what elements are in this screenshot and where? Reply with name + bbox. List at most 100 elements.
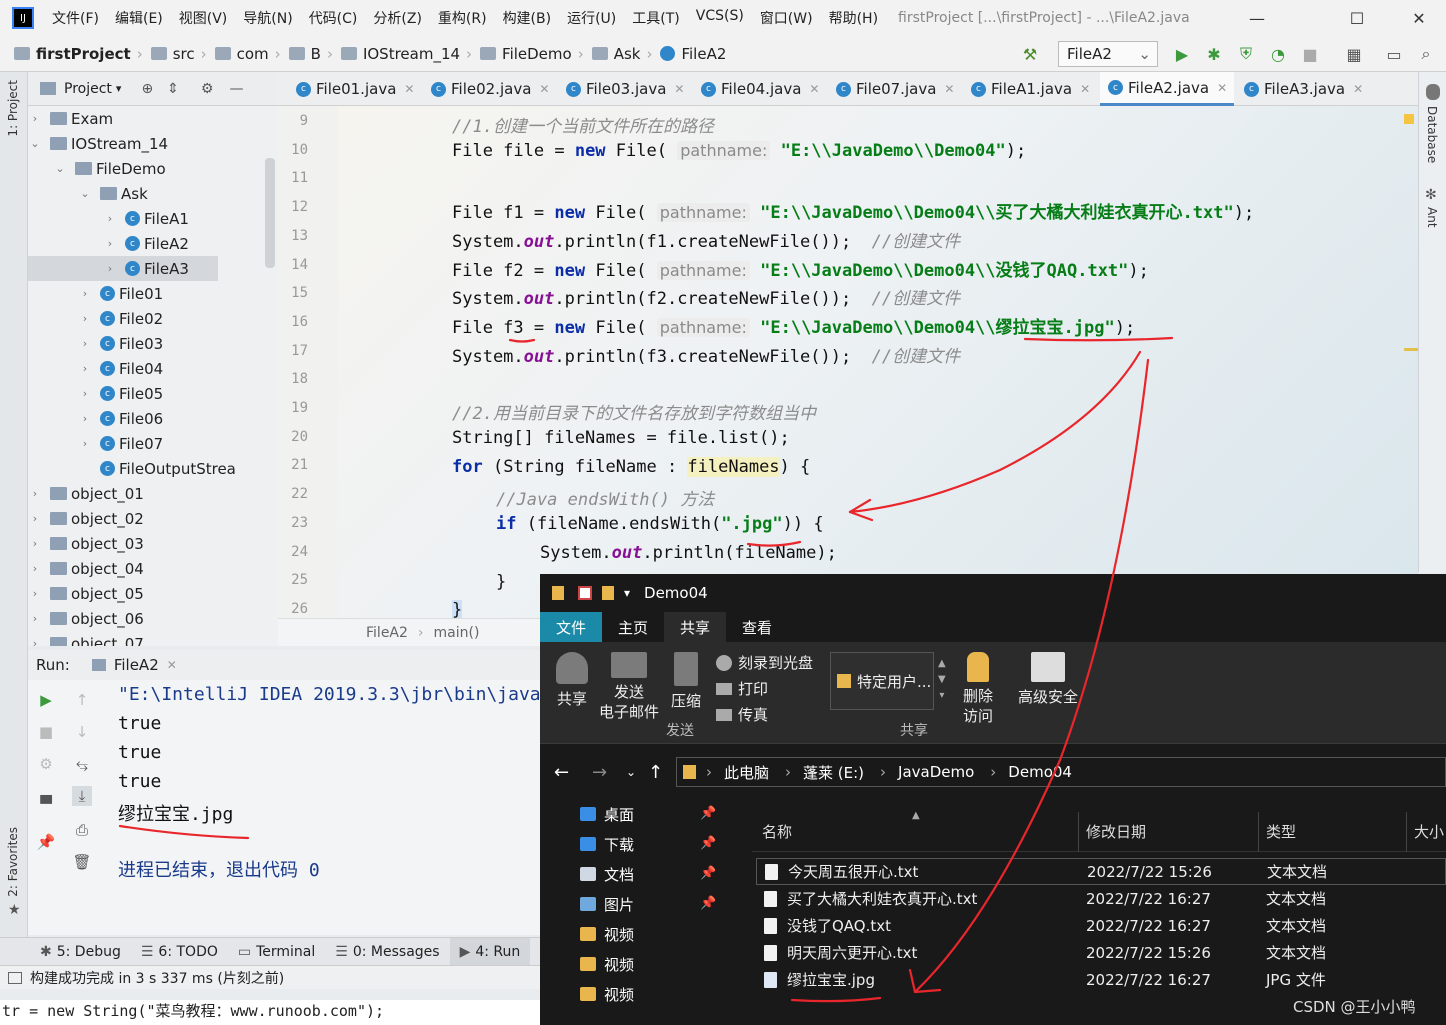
chevron-right-icon[interactable]: ›	[28, 512, 42, 525]
hide-panel-icon[interactable]: —	[229, 81, 243, 97]
debug-icon[interactable]: ✱	[1204, 44, 1224, 64]
breadcrumb-item[interactable]: firstProject ›	[10, 45, 147, 63]
run-tab[interactable]: FileA2	[114, 656, 159, 674]
editor-tab[interactable]: c File04.java ✕	[693, 72, 827, 106]
back-icon[interactable]: ←	[554, 762, 569, 783]
warning-marker[interactable]	[1404, 348, 1418, 351]
maximize-button[interactable]: ☐	[1330, 0, 1384, 36]
path-segment[interactable]: 此电脑	[724, 762, 769, 783]
chevron-right-icon[interactable]: ›	[28, 612, 42, 625]
menu-item[interactable]: 导航(N)	[235, 8, 300, 28]
print-button[interactable]: 打印	[716, 678, 768, 699]
tool-terminal-button[interactable]: ▭ Terminal	[228, 938, 325, 966]
tool-todo-button[interactable]: ☰ 6: TODO	[131, 938, 228, 966]
menu-item[interactable]: 帮助(H)	[821, 8, 886, 28]
tree-item[interactable]: › object_05	[28, 581, 144, 606]
tree-item[interactable]: › object_01	[28, 481, 144, 506]
chevron-right-icon[interactable]: ›	[78, 287, 92, 300]
editor-tab[interactable]: c File01.java ✕	[288, 72, 422, 106]
profile-icon[interactable]: ◔	[1268, 44, 1288, 64]
chevron-down-icon[interactable]: ⌄	[28, 137, 42, 150]
tab-close-icon[interactable]: ✕	[674, 82, 684, 96]
soft-wrap-icon[interactable]: ⥃	[72, 754, 92, 774]
chevron-right-icon[interactable]: ›	[28, 637, 42, 646]
status-window-icon[interactable]	[8, 971, 22, 984]
file-row[interactable]: 没钱了QAQ.txt 2022/7/22 16:27 文本文档	[756, 912, 1446, 939]
quick-access-dropdown-icon[interactable]: ▾	[624, 586, 630, 600]
chevron-right-icon[interactable]: ›	[78, 337, 92, 350]
chevron-right-icon[interactable]: ›	[28, 562, 42, 575]
tree-item[interactable]: › object_04	[28, 556, 144, 581]
menu-item[interactable]: 代码(C)	[301, 8, 366, 28]
tree-item[interactable]: › c File01	[78, 281, 163, 306]
chevron-right-icon[interactable]: ›	[103, 212, 117, 225]
restore-layout-icon[interactable]: ⚙	[36, 754, 56, 774]
chevron-right-icon[interactable]: ›	[78, 312, 92, 325]
chevron-down-icon[interactable]: ⌄	[53, 162, 67, 175]
tree-item[interactable]: ⌄ IOStream_14	[28, 131, 168, 156]
build-hammer-icon[interactable]: ⚒	[1020, 44, 1040, 64]
tree-item[interactable]: › c File06	[78, 406, 163, 431]
fax-button[interactable]: 传真	[716, 704, 768, 725]
share-button[interactable]: 共享	[552, 652, 592, 709]
pin-icon[interactable]: 📌	[700, 836, 716, 851]
col-name[interactable]: 名称	[762, 821, 792, 842]
combo-scroll-icon[interactable]: ▲ ▼ ▾	[938, 656, 946, 704]
clear-console-icon[interactable]: 🗑	[72, 852, 92, 872]
tree-scrollbar[interactable]	[265, 158, 275, 268]
new-folder-icon[interactable]	[602, 586, 614, 600]
tree-item[interactable]: › object_07	[28, 631, 144, 646]
menu-item[interactable]: 分析(Z)	[365, 8, 430, 28]
nav-item[interactable]: 图片	[580, 889, 634, 919]
inspection-status-icon[interactable]	[1404, 114, 1414, 124]
chevron-right-icon[interactable]: ›	[78, 387, 92, 400]
project-tool-tab[interactable]: 1: Project	[6, 80, 20, 137]
nav-item[interactable]: 视频	[580, 979, 634, 1009]
breadcrumb-method[interactable]: main()	[434, 625, 480, 641]
tree-item[interactable]: › c FileA2	[103, 231, 189, 256]
tab-close-icon[interactable]: ✕	[1353, 82, 1363, 96]
share-with-user-combo[interactable]: 特定用户...	[830, 652, 934, 710]
breadcrumb-item[interactable]: FileA2	[656, 45, 730, 63]
nav-item[interactable]: 视频	[580, 949, 634, 979]
chevron-right-icon[interactable]: ›	[78, 362, 92, 375]
locate-icon[interactable]: ⊕	[141, 81, 153, 97]
send-email-button[interactable]: 发送 电子邮件	[596, 652, 662, 722]
tree-item[interactable]: › c File04	[78, 356, 163, 381]
editor-tab[interactable]: c File07.java ✕	[828, 72, 962, 106]
stop-run-icon[interactable]: ■	[36, 722, 56, 742]
project-structure-icon[interactable]: ▦	[1344, 44, 1364, 64]
ribbon-tab[interactable]: 文件	[540, 612, 603, 642]
menu-item[interactable]: 运行(U)	[559, 8, 624, 28]
tree-item[interactable]: › object_03	[28, 531, 144, 556]
nav-item[interactable]: 桌面	[580, 799, 634, 829]
run-tab-close-icon[interactable]: ✕	[167, 658, 177, 672]
coverage-icon[interactable]: ⛨	[1236, 44, 1256, 64]
breadcrumb-item[interactable]: com ›	[211, 45, 285, 63]
run-configuration-select[interactable]: FileA2 ⌄	[1058, 41, 1158, 67]
nav-item[interactable]: 视频	[580, 919, 634, 949]
chevron-right-icon[interactable]: ›	[78, 437, 92, 450]
chevron-right-icon[interactable]: ›	[28, 112, 42, 125]
tool-debug-button[interactable]: ✱ 5: Debug	[30, 938, 131, 966]
tab-close-icon[interactable]: ✕	[539, 82, 549, 96]
chevron-down-icon[interactable]: ⌄	[78, 187, 92, 200]
tree-item[interactable]: c FileOutputStrea	[78, 456, 236, 481]
chevron-right-icon[interactable]: ›	[28, 537, 42, 550]
pin-icon[interactable]: 📌	[700, 866, 716, 881]
tree-item[interactable]: › c FileA1	[103, 206, 189, 231]
menu-item[interactable]: 文件(F)	[44, 8, 107, 28]
scroll-up-icon[interactable]: ↑	[72, 690, 92, 710]
recent-dropdown-icon[interactable]: ⌄	[626, 765, 636, 779]
tree-item[interactable]: › object_06	[28, 606, 144, 631]
path-segment[interactable]: 蓬莱 (E:)	[803, 762, 864, 783]
tab-close-icon[interactable]: ✕	[404, 82, 414, 96]
breadcrumb-item[interactable]: B ›	[285, 45, 337, 63]
rerun-icon[interactable]: ▶	[36, 690, 56, 710]
close-window-button[interactable]: ✕	[1392, 0, 1446, 36]
nav-item[interactable]: 下载	[580, 829, 634, 859]
search-everywhere-icon[interactable]: ⌕	[1416, 44, 1436, 64]
tool-run-button[interactable]: ▶ 4: Run	[449, 937, 531, 966]
favorites-tool-tab[interactable]: 2: Favorites	[6, 827, 20, 897]
menu-item[interactable]: 构建(B)	[495, 8, 560, 28]
